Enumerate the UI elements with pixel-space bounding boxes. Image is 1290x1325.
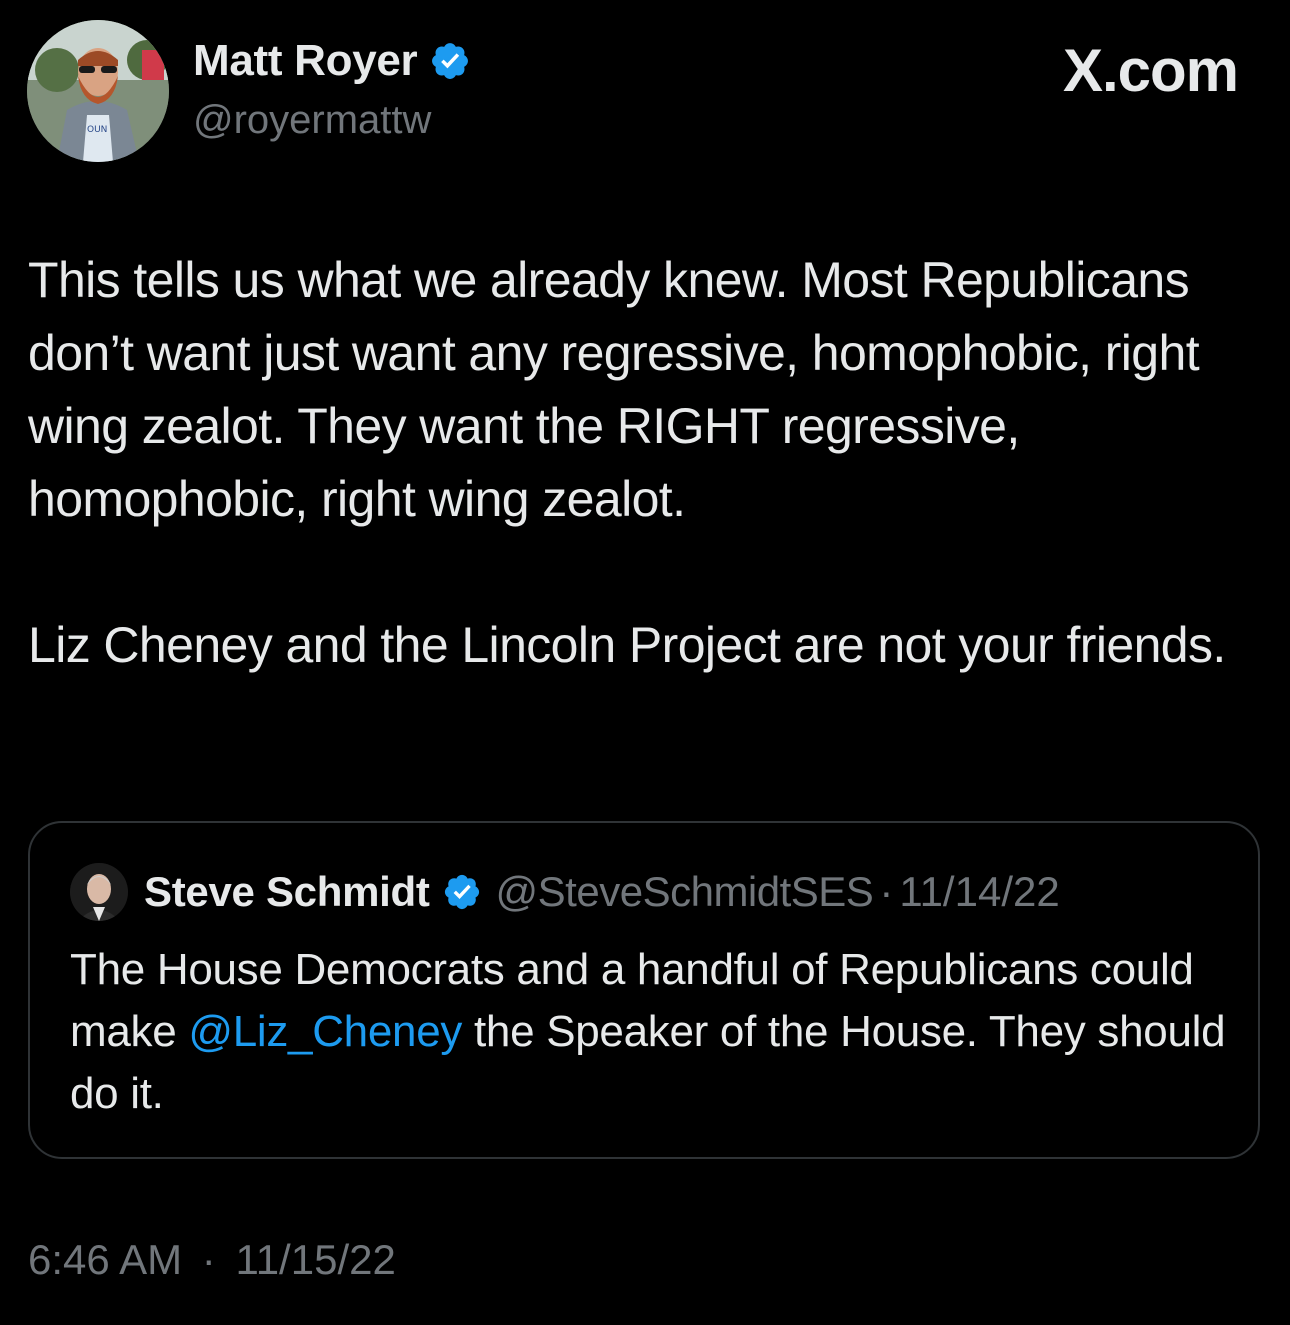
avatar-photo: OUN <box>27 20 169 162</box>
quoted-separator: · <box>879 868 894 915</box>
quoted-tweet-header: Steve Schmidt @SteveSchmidtSES · 11/14/2… <box>70 863 1060 921</box>
tweet-text: This tells us what we already knew. Most… <box>28 244 1248 682</box>
quoted-verified-badge-icon <box>442 872 482 912</box>
tweet-paragraph-1: This tells us what we already knew. Most… <box>28 252 1200 527</box>
timestamp-separator: · <box>201 1236 216 1283</box>
brand-logo: X.com <box>1062 37 1239 104</box>
quoted-avatar-photo <box>70 863 128 921</box>
author-name-row: Matt Royer <box>193 36 471 86</box>
quoted-author-handle[interactable]: @SteveSchmidtSES <box>496 868 874 916</box>
quoted-author-name[interactable]: Steve Schmidt <box>144 868 430 916</box>
verified-badge-icon <box>429 40 471 82</box>
quoted-tweet-date[interactable]: 11/14/22 <box>899 868 1059 916</box>
quoted-tweet-text: The House Democrats and a handful of Rep… <box>70 939 1230 1125</box>
mention-link[interactable]: @Liz_Cheney <box>188 1007 462 1056</box>
tweet-paragraph-2: Liz Cheney and the Lincoln Project are n… <box>28 617 1226 673</box>
author-handle[interactable]: @royermattw <box>193 98 431 143</box>
author-name[interactable]: Matt Royer <box>193 36 418 86</box>
quoted-author-avatar[interactable] <box>70 863 128 921</box>
tweet-date[interactable]: 11/15/22 <box>235 1236 395 1283</box>
tweet-time[interactable]: 6:46 AM <box>28 1236 182 1283</box>
quoted-tweet-card[interactable]: Steve Schmidt @SteveSchmidtSES · 11/14/2… <box>28 821 1260 1159</box>
svg-text:OUN: OUN <box>87 125 107 135</box>
tweet-timestamp: 6:46 AM · 11/15/22 <box>28 1236 396 1284</box>
author-avatar[interactable]: OUN <box>27 20 169 162</box>
